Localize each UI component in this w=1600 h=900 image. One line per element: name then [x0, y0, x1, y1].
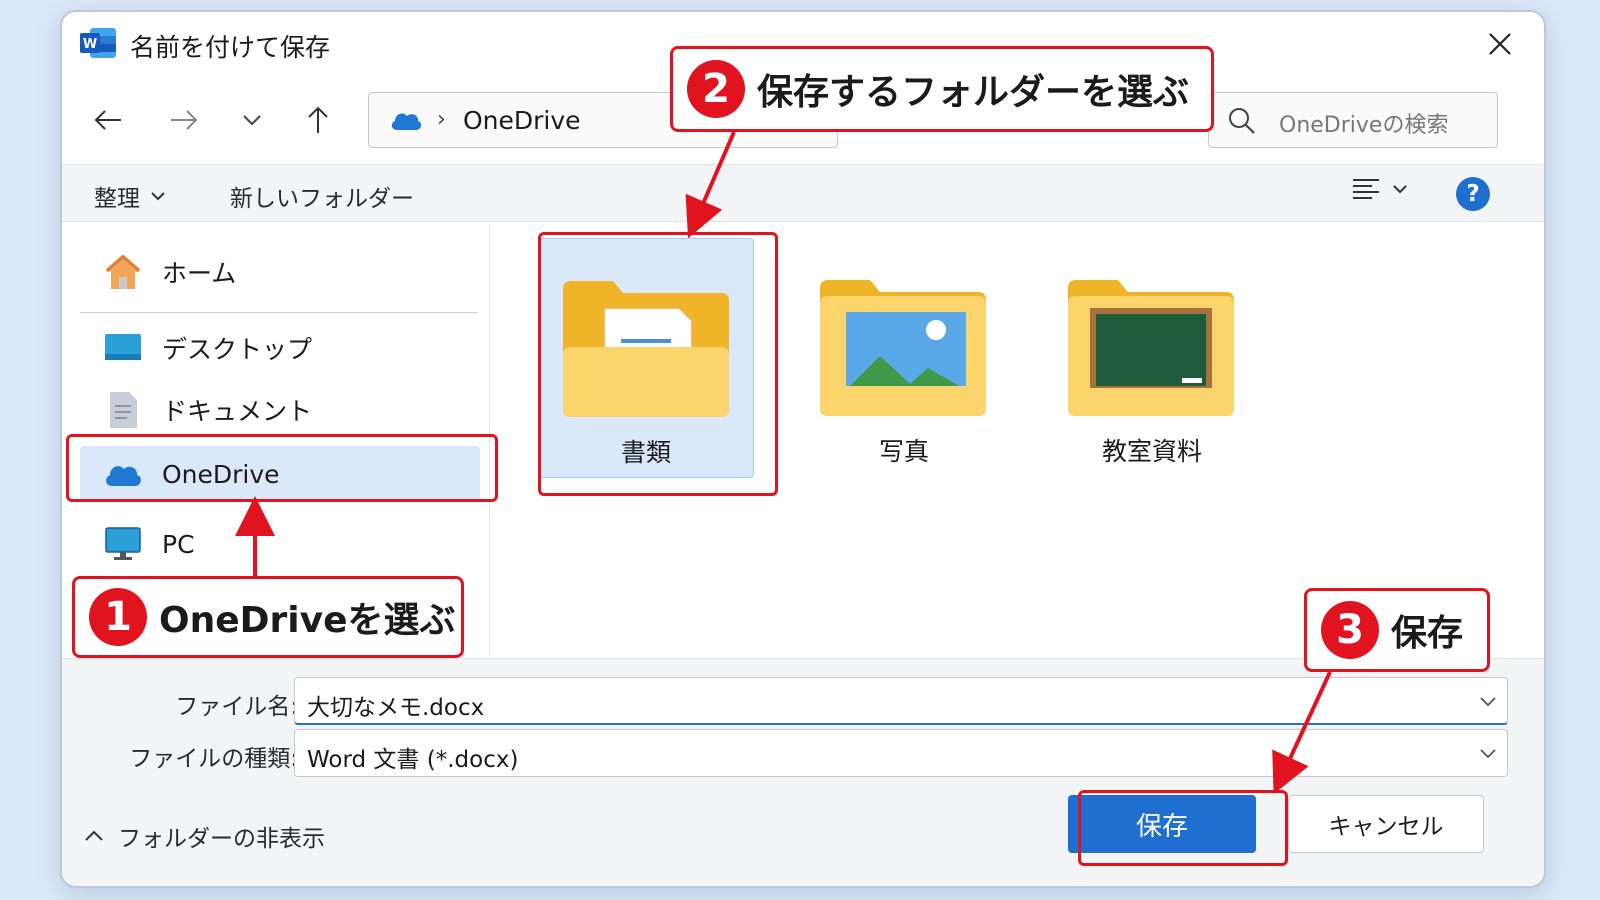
search-icon	[1227, 106, 1257, 140]
classroom-folder-icon	[1066, 268, 1236, 424]
onedrive-cloud-icon	[98, 454, 148, 494]
chevron-down-icon	[151, 192, 165, 201]
step-number-badge: 3	[1321, 601, 1379, 659]
recent-locations-button[interactable]	[228, 98, 276, 142]
sidebar-item-onedrive[interactable]: OneDrive	[80, 446, 480, 502]
sidebar-item-label: デスクトップ	[162, 335, 313, 364]
sidebar-item-label: ホーム	[162, 259, 237, 288]
organize-menu-button[interactable]: 整理	[94, 179, 166, 213]
sidebar-item-documents[interactable]: ドキュメント	[80, 382, 480, 438]
folder-name: 書類	[620, 438, 671, 467]
save-options-panel: ファイル名: 大切なメモ.docx ファイルの種類: Word 文書 (*.do…	[62, 658, 1544, 886]
documents-icon	[98, 390, 148, 430]
step-number-badge: 1	[89, 588, 147, 646]
search-box[interactable]: OneDriveの検索	[1208, 92, 1498, 148]
chevron-down-icon[interactable]	[1479, 692, 1497, 711]
folder-name: 教室資料	[1101, 437, 1202, 466]
new-folder-label: 新しいフォルダー	[230, 186, 414, 212]
folder-item-classroom[interactable]: 教室資料	[1044, 238, 1260, 478]
documents-folder-icon	[561, 269, 731, 425]
folder-name: 写真	[878, 437, 929, 466]
callout-step-1: 1 OneDriveを選ぶ	[72, 576, 464, 658]
hide-folders-label: フォルダーの非表示	[118, 826, 325, 852]
filetype-label: ファイルの種類:	[129, 746, 298, 772]
help-button[interactable]: ?	[1456, 177, 1490, 211]
arrow-up-icon	[308, 106, 328, 133]
chevron-down-icon[interactable]	[1479, 744, 1497, 763]
cancel-button[interactable]: キャンセル	[1288, 795, 1484, 853]
breadcrumb-separator-icon: ›	[437, 107, 446, 132]
onedrive-cloud-icon	[389, 109, 423, 135]
filename-input[interactable]: 大切なメモ.docx	[294, 677, 1508, 725]
chevron-up-icon	[85, 830, 103, 841]
arrow-right-icon	[171, 110, 198, 130]
desktop-icon	[98, 328, 148, 368]
close-button[interactable]	[1478, 22, 1522, 66]
filename-value: 大切なメモ.docx	[307, 695, 485, 721]
filename-label: ファイル名:	[175, 694, 298, 720]
breadcrumb-location[interactable]: OneDrive	[463, 106, 581, 135]
pictures-folder-icon	[818, 268, 988, 424]
save-button[interactable]: 保存	[1068, 795, 1256, 853]
home-icon	[98, 252, 148, 292]
callout-text: 保存	[1391, 613, 1464, 654]
help-icon: ?	[1466, 181, 1480, 207]
save-as-dialog: W 名前を付けて保存 › OneDrive OneDriveの検索 整理 新しい…	[60, 10, 1546, 888]
sidebar-item-label: ドキュメント	[162, 397, 313, 426]
filetype-select[interactable]: Word 文書 (*.docx)	[294, 729, 1508, 777]
word-icon: W	[80, 26, 118, 60]
list-view-icon	[1353, 179, 1379, 199]
folder-item-pictures[interactable]: 写真	[796, 238, 1012, 478]
callout-step-2: 2 保存するフォルダーを選ぶ	[670, 46, 1214, 132]
up-button[interactable]	[294, 98, 342, 142]
word-logo-letter: W	[83, 37, 97, 52]
sidebar-item-label: PC	[162, 529, 195, 559]
folder-item-documents[interactable]: 書類	[538, 238, 754, 478]
organize-label: 整理	[94, 186, 140, 212]
callout-text: OneDriveを選ぶ	[159, 600, 456, 641]
close-icon	[1489, 33, 1511, 55]
sidebar-item-label: OneDrive	[162, 459, 280, 489]
chevron-down-icon	[243, 115, 261, 126]
arrow-left-icon	[94, 110, 121, 130]
sidebar-divider	[80, 312, 478, 313]
new-folder-button[interactable]: 新しいフォルダー	[230, 179, 414, 213]
step-number-badge: 2	[687, 60, 745, 118]
pc-monitor-icon	[98, 524, 148, 564]
sidebar-item-pc[interactable]: PC	[80, 516, 480, 572]
view-options-button[interactable]	[1352, 177, 1408, 201]
dialog-title: 名前を付けて保存	[130, 33, 331, 62]
chevron-down-icon	[1393, 185, 1407, 194]
hide-folders-toggle[interactable]: フォルダーの非表示	[84, 819, 325, 853]
back-button[interactable]	[84, 98, 132, 142]
filetype-value: Word 文書 (*.docx)	[307, 747, 519, 773]
sidebar-item-desktop[interactable]: デスクトップ	[80, 320, 480, 376]
search-placeholder: OneDriveの検索	[1279, 113, 1449, 138]
callout-step-3: 3 保存	[1304, 588, 1490, 672]
command-bar: 整理 新しいフォルダー ?	[62, 164, 1544, 222]
sidebar-item-home[interactable]: ホーム	[80, 244, 480, 300]
forward-button[interactable]	[160, 98, 208, 142]
callout-text: 保存するフォルダーを選ぶ	[757, 72, 1190, 113]
